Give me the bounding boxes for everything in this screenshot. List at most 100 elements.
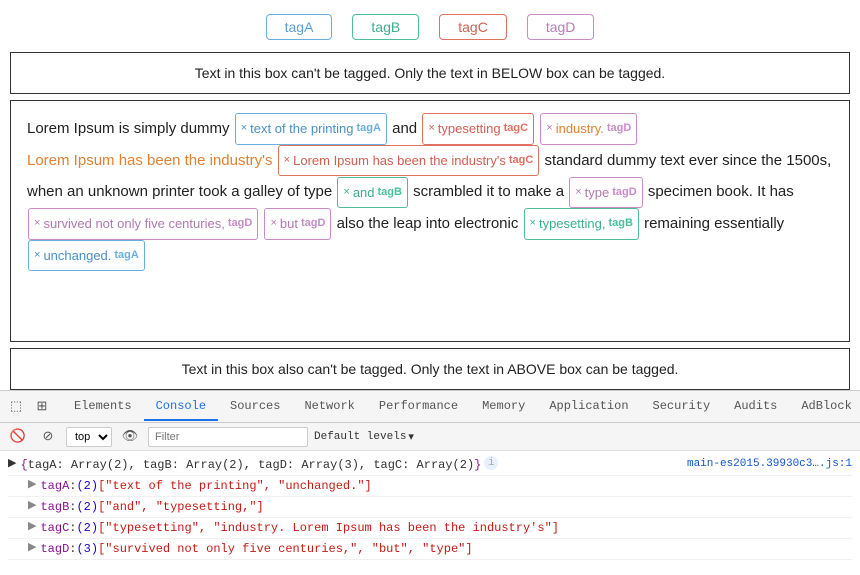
num-tagc: (2): [76, 519, 98, 537]
tab-adblock[interactable]: AdBlock: [789, 393, 860, 421]
tab-performance[interactable]: Performance: [367, 393, 470, 421]
text-area[interactable]: Lorem Ipsum is simply dummy × text of th…: [10, 100, 850, 342]
tag-btn-a[interactable]: tagA: [266, 14, 333, 40]
text-and: and: [392, 120, 421, 137]
console-obj-text: {tagA: Array(2), tagB: Array(2), tagD: A…: [20, 456, 481, 474]
console-line-tagb: ▶ tagB : (2) ["and", "typesetting,"]: [8, 497, 852, 518]
val-tagc: ["typesetting", "industry. Lorem Ipsum h…: [98, 519, 559, 537]
info-box-top: Text in this box can't be tagged. Only t…: [10, 52, 850, 94]
tab-sources[interactable]: Sources: [218, 393, 292, 421]
tag-text-lorem-c: Lorem Ipsum has been the industry's: [293, 147, 506, 174]
tag-text-but: but: [280, 210, 298, 237]
source-link-main[interactable]: main-es2015.39930c3….js:1: [687, 456, 852, 473]
console-line-tagc: ▶ tagC : (2) ["typesetting", "industry. …: [8, 518, 852, 539]
inline-tag-unchanged-a[interactable]: × unchanged. tagA: [28, 240, 145, 271]
tag-text-typesetting1: typesetting: [438, 115, 501, 142]
key-tagb: tagB: [40, 498, 69, 516]
console-line-tagd: ▶ tagD : (3) ["survived not only five ce…: [8, 539, 852, 560]
console-line-main: ▶ {tagA: Array(2), tagB: Array(2), tagD:…: [8, 455, 852, 476]
info-box-bottom-text: Text in this box also can't be tagged. O…: [182, 361, 679, 377]
inspect-icon[interactable]: ⬚: [4, 395, 28, 419]
tag-text-survived: survived not only five centuries,: [43, 210, 224, 237]
num-tagd: (3): [76, 540, 98, 558]
val-tagb: ["and", "typesetting,"]: [98, 498, 264, 516]
info-icon: i: [484, 456, 498, 470]
tag-text-typesetting2: typesetting,: [539, 210, 606, 237]
text-remaining: remaining essentially: [644, 215, 784, 232]
filter-input[interactable]: [148, 427, 308, 447]
key-tagc: tagC: [40, 519, 69, 537]
info-box-bottom: Text in this box also can't be tagged. O…: [10, 348, 850, 390]
remove-tag-survived-d[interactable]: ×: [34, 212, 40, 235]
tag-text-printing: text of the printing: [250, 115, 353, 142]
text-specimen: specimen book. It has: [648, 183, 794, 200]
remove-tag-typesetting-c[interactable]: ×: [428, 117, 434, 140]
inline-tag-industry-d[interactable]: × industry. tagD: [540, 113, 637, 144]
tag-text-type: type: [585, 179, 610, 206]
tab-audits[interactable]: Audits: [722, 393, 789, 421]
inline-tag-and-b[interactable]: × and tagB: [337, 177, 408, 208]
remove-tag-unchanged-a[interactable]: ×: [34, 244, 40, 267]
remove-tag-industry-d[interactable]: ×: [546, 117, 552, 140]
key-tagd: tagD: [40, 540, 69, 558]
devtools-toolbar: 🚫 ⊘ top 👁 Default levels ▾: [0, 423, 860, 451]
expand-arrow-taga[interactable]: ▶: [28, 477, 36, 494]
colon-tagc: :: [69, 519, 76, 537]
remove-tag-printing-a[interactable]: ×: [241, 117, 247, 140]
text-lorem-start: Lorem Ipsum is simply dummy: [27, 120, 234, 137]
num-tagb: (2): [76, 498, 98, 516]
tags-row: tagA tagB tagC tagD: [0, 0, 860, 52]
expand-arrow-tagb[interactable]: ▶: [28, 498, 36, 515]
text-also-the: also the leap into electronic: [337, 215, 523, 232]
tag-text-and: and: [353, 179, 375, 206]
remove-tag-and-b[interactable]: ×: [343, 181, 349, 204]
tag-btn-d[interactable]: tagD: [527, 14, 595, 40]
val-taga: ["text of the printing", "unchanged."]: [98, 477, 372, 495]
devtools-tabs: ⬚ ⊞ Elements Console Sources Network Per…: [0, 391, 860, 423]
tab-security[interactable]: Security: [641, 393, 723, 421]
default-levels-dropdown[interactable]: Default levels ▾: [314, 430, 414, 444]
tag-btn-c[interactable]: tagC: [439, 14, 507, 40]
filter-toggle-icon[interactable]: ⊘: [36, 425, 60, 449]
key-taga: tagA: [40, 477, 69, 495]
num-taga: (2): [76, 477, 98, 495]
devtools-panel: ⬚ ⊞ Elements Console Sources Network Per…: [0, 390, 860, 575]
remove-tag-lorem-c[interactable]: ×: [284, 149, 290, 172]
remove-tag-type-d[interactable]: ×: [575, 181, 581, 204]
inline-tag-but-d[interactable]: × but tagD: [264, 208, 331, 239]
clear-console-icon[interactable]: 🚫: [6, 425, 30, 449]
inline-tag-typesetting-c[interactable]: × typesetting tagC: [422, 113, 534, 144]
expand-arrow-main[interactable]: ▶: [8, 456, 16, 473]
tag-btn-b[interactable]: tagB: [352, 14, 419, 40]
info-box-top-text: Text in this box can't be tagged. Only t…: [195, 65, 665, 81]
tab-elements[interactable]: Elements: [62, 393, 144, 421]
devtools-content: ▶ {tagA: Array(2), tagB: Array(2), tagD:…: [0, 451, 860, 575]
default-levels-label: Default levels: [314, 431, 406, 443]
inline-tag-typesetting-b[interactable]: × typesetting, tagB: [524, 208, 639, 239]
tab-network[interactable]: Network: [292, 393, 366, 421]
val-tagd: ["survived not only five centuries,", "b…: [98, 540, 472, 558]
eye-icon[interactable]: 👁: [118, 425, 142, 449]
inline-tag-type-d[interactable]: × type tagD: [569, 177, 642, 208]
expand-arrow-tagc[interactable]: ▶: [28, 519, 36, 536]
device-icon[interactable]: ⊞: [30, 395, 54, 419]
tag-text-industry: industry.: [556, 115, 604, 142]
context-select[interactable]: top: [66, 427, 112, 447]
console-line-taga: ▶ tagA : (2) ["text of the printing", "u…: [8, 476, 852, 497]
remove-tag-typesetting-b[interactable]: ×: [530, 212, 536, 235]
inline-tag-printing-a[interactable]: × text of the printing tagA: [235, 113, 387, 144]
text-scrambled: scrambled it to make a: [413, 183, 568, 200]
tab-application[interactable]: Application: [537, 393, 640, 421]
tab-memory[interactable]: Memory: [470, 393, 537, 421]
tag-text-unchanged: unchanged.: [43, 242, 111, 269]
tab-console[interactable]: Console: [144, 393, 218, 421]
colon-tagd: :: [69, 540, 76, 558]
inline-tag-lorem-c[interactable]: × Lorem Ipsum has been the industry's ta…: [278, 145, 540, 176]
devtools-icons: ⬚ ⊞: [4, 395, 54, 419]
chevron-down-icon: ▾: [408, 430, 414, 444]
expand-arrow-tagd[interactable]: ▶: [28, 540, 36, 557]
remove-tag-but-d[interactable]: ×: [270, 212, 276, 235]
inline-tag-survived-d[interactable]: × survived not only five centuries, tagD: [28, 208, 258, 239]
text-lorem-orange: Lorem Ipsum has been the industry's: [27, 152, 277, 169]
colon-tagb: :: [69, 498, 76, 516]
